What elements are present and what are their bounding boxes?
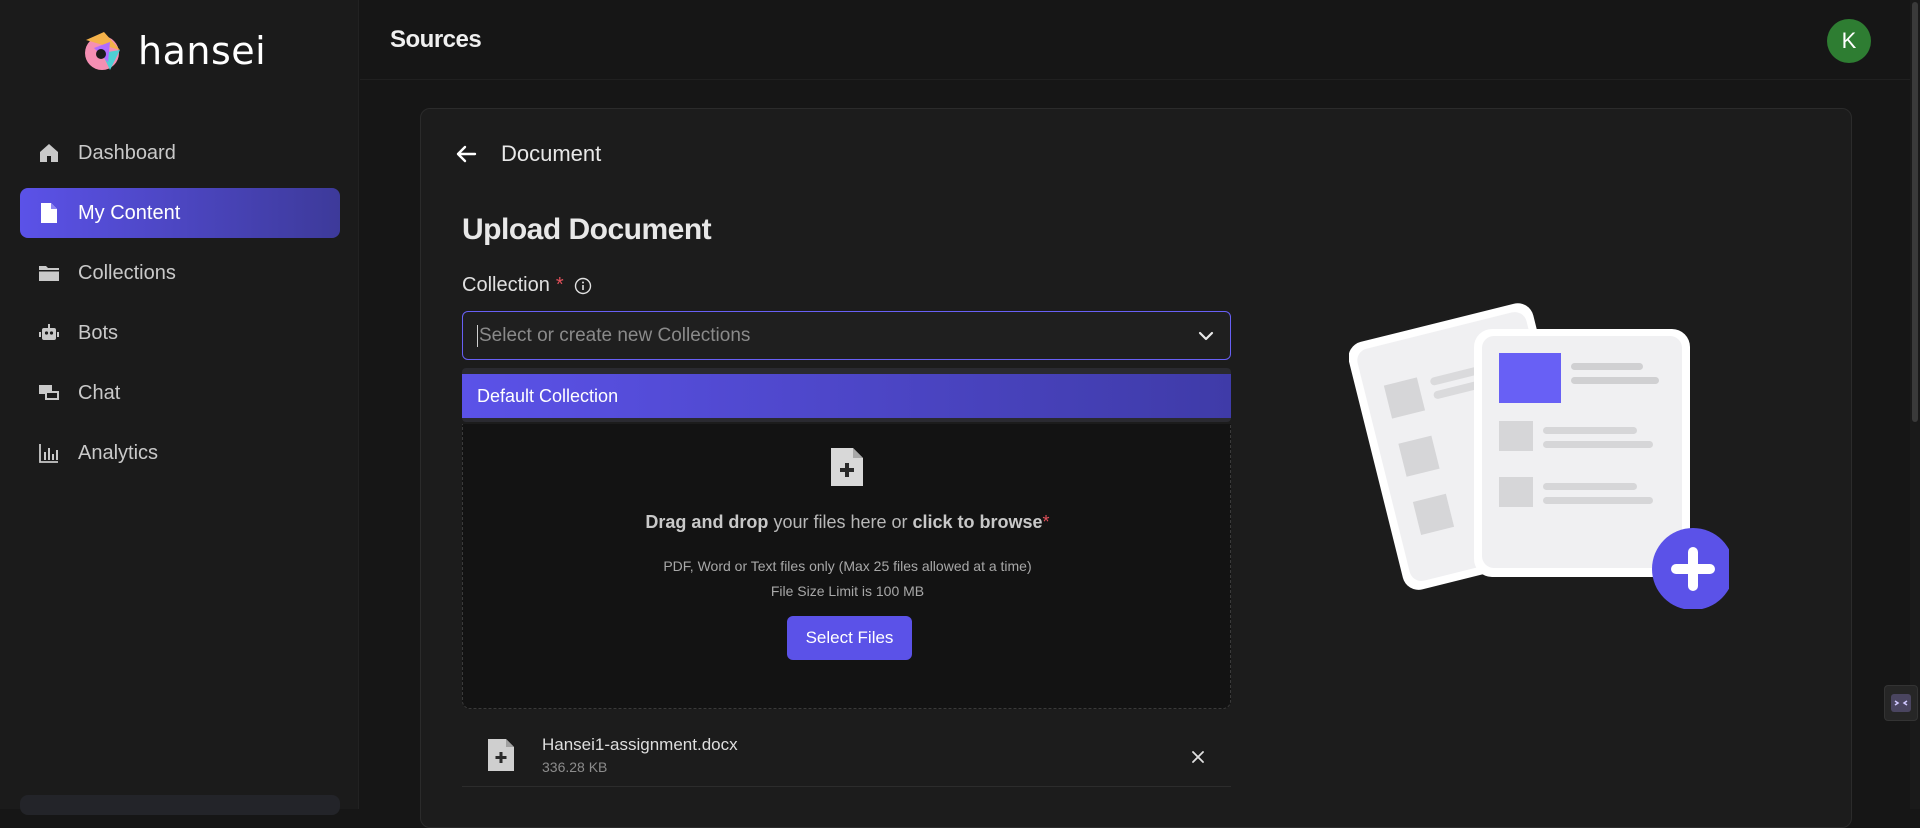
upload-title: Upload Document — [462, 213, 712, 246]
hansei-logo-icon — [85, 32, 120, 70]
sidebar-item-collections[interactable]: Collections — [20, 248, 340, 298]
document-icon — [38, 202, 60, 224]
required-mark: * — [555, 274, 564, 296]
chevron-down-icon[interactable] — [1196, 326, 1216, 346]
page-title: Sources — [390, 26, 482, 53]
robot-icon — [38, 322, 60, 344]
file-size-hint: File Size Limit is 100 MB — [770, 583, 925, 599]
logo-text: hansei — [138, 29, 267, 73]
file-type-hint: PDF, Word or Text files only (Max 25 fil… — [663, 558, 1032, 574]
sidebar-item-bots[interactable]: Bots — [20, 308, 340, 358]
folder-icon — [38, 262, 60, 284]
drag-drop-text: Drag and drop — [645, 512, 769, 532]
upload-card: Document Upload Document Collection * Se… — [420, 108, 1852, 828]
chat-widget-icon — [1891, 694, 1911, 712]
sidebar-item-label: Chat — [78, 381, 121, 404]
sidebar: hansei Dashboard My Content Collections … — [0, 0, 359, 815]
sidebar-item-label: My Content — [78, 201, 181, 224]
collection-label-text: Collection — [462, 274, 550, 296]
required-mark: * — [1042, 512, 1050, 532]
dropzone-instructions: Drag and drop your files here or click t… — [463, 512, 1232, 533]
collection-dropdown: Default Collection — [462, 368, 1231, 422]
close-icon — [1192, 751, 1204, 763]
browse-link[interactable]: click to browse — [913, 512, 1043, 532]
dropzone-hints: PDF, Word or Text files only (Max 25 fil… — [463, 554, 1232, 604]
file-dropzone[interactable]: Drag and drop your files here or click t… — [462, 424, 1231, 709]
collection-select-placeholder: Select or create new Collections — [477, 324, 751, 347]
remove-file-button[interactable] — [1188, 747, 1208, 767]
file-name: Hansei1-assignment.docx — [542, 735, 738, 754]
drag-drop-middle-text: your files here or — [768, 512, 913, 532]
sidebar-item-label: Collections — [78, 261, 176, 284]
sidebar-nav: Dashboard My Content Collections Bots Ch… — [20, 128, 340, 488]
app-logo[interactable]: hansei — [80, 28, 266, 74]
arrow-left-icon — [456, 145, 477, 163]
collection-select[interactable]: Select or create new Collections — [462, 311, 1231, 360]
add-file-icon — [831, 448, 863, 486]
info-icon[interactable] — [574, 277, 592, 295]
user-avatar[interactable]: K — [1827, 19, 1871, 63]
back-row: Document — [451, 139, 601, 169]
upload-illustration — [1349, 303, 1729, 609]
select-files-button[interactable]: Select Files — [787, 616, 912, 660]
section-label: Document — [501, 141, 602, 166]
sidebar-item-label: Bots — [78, 321, 119, 344]
file-list-item: Hansei1-assignment.docx 336.28 KB — [462, 725, 1231, 787]
sidebar-item-my-content[interactable]: My Content — [20, 188, 340, 238]
sidebar-item-label: Analytics — [78, 441, 159, 464]
home-icon — [38, 142, 60, 164]
back-button[interactable] — [451, 139, 481, 169]
chat-icon — [38, 382, 60, 404]
sidebar-footer-card[interactable] — [20, 795, 340, 815]
file-icon — [488, 739, 514, 771]
sidebar-item-label: Dashboard — [78, 141, 176, 164]
collection-label: Collection * — [462, 274, 592, 297]
sidebar-item-analytics[interactable]: Analytics — [20, 428, 340, 478]
scrollbar-thumb[interactable] — [1912, 2, 1918, 422]
help-widget-button[interactable] — [1884, 685, 1918, 721]
top-bar: Sources K — [360, 0, 1920, 80]
file-size: 336.28 KB — [542, 759, 608, 775]
sidebar-item-dashboard[interactable]: Dashboard — [20, 128, 340, 178]
dropdown-option-default-collection[interactable]: Default Collection — [462, 374, 1231, 418]
sidebar-item-chat[interactable]: Chat — [20, 368, 340, 418]
bar-chart-icon — [38, 442, 60, 464]
